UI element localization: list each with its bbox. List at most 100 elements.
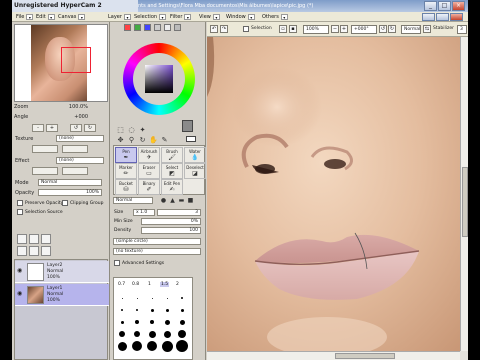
brush-size-dot[interactable]: [161, 340, 173, 352]
color-wheel[interactable]: [111, 35, 197, 121]
selection-source-checkbox[interactable]: [17, 209, 23, 215]
canvas-zoom-select[interactable]: 100%: [303, 25, 329, 34]
maximize-button[interactable]: □: [438, 1, 451, 11]
angle-value[interactable]: +000: [74, 114, 88, 120]
rotate-ccw-icon[interactable]: ↺: [379, 25, 387, 33]
saturation-value-square[interactable]: [145, 65, 173, 93]
brush-size-dot[interactable]: [147, 341, 157, 351]
brush-size-dot[interactable]: [132, 341, 142, 351]
zoom-in-button[interactable]: +: [46, 124, 58, 132]
layer-item-layer2[interactable]: ◉ Layer2 Normal 100%: [15, 261, 109, 283]
effect-option-2[interactable]: [62, 167, 88, 175]
canvas-angle-select[interactable]: +000°: [351, 25, 377, 34]
lasso-icon[interactable]: ◌: [127, 126, 136, 135]
rotate-cw-icon[interactable]: ↻: [388, 25, 396, 33]
tool-bucket[interactable]: Bucket ⛁: [115, 179, 137, 195]
brush-size-dot[interactable]: [164, 319, 170, 325]
tool-airbrush[interactable]: Airbrush ✈: [138, 147, 160, 163]
size-multiplier-select[interactable]: x 1.0: [133, 209, 155, 216]
hand-icon[interactable]: ✋: [149, 136, 158, 145]
hue-ring[interactable]: [123, 43, 195, 115]
tool-edit-pen[interactable]: Edit Pen ✍: [161, 179, 183, 195]
menu-filter[interactable]: Filter ▾: [170, 12, 192, 22]
dot-size-label[interactable]: 2: [176, 282, 179, 287]
brush-size-dot[interactable]: [150, 308, 154, 312]
brush-size-dot[interactable]: [119, 331, 125, 337]
navigator-view-rect[interactable]: [61, 47, 91, 73]
menu-canvas[interactable]: Canvas ▾: [58, 12, 86, 22]
brush-size-dot[interactable]: [179, 319, 185, 325]
brush-size-dot[interactable]: [117, 341, 127, 351]
vertical-scroll-thumb[interactable]: [462, 167, 468, 237]
deselect-icon[interactable]: ▫: [279, 25, 287, 33]
redo-icon[interactable]: ↷: [220, 25, 228, 33]
move-icon[interactable]: ✥: [116, 136, 125, 145]
shape-square-icon[interactable]: ■: [186, 196, 195, 205]
brush-size-dot[interactable]: [178, 330, 186, 338]
brush-size-dot[interactable]: [136, 297, 138, 299]
doc-close-button[interactable]: [450, 13, 463, 21]
dot-size-label[interactable]: 0.7: [118, 282, 125, 287]
doc-restore-button[interactable]: [436, 13, 449, 21]
brush-size-dot[interactable]: [181, 297, 183, 299]
rotate-icon[interactable]: ↻: [138, 136, 147, 145]
flip-icon[interactable]: ⇆: [423, 25, 431, 33]
horizontal-scroll-thumb[interactable]: [335, 353, 395, 359]
dot-size-label[interactable]: 1: [148, 282, 151, 287]
swatches-tab-icon[interactable]: [164, 24, 171, 31]
blend-mode-select[interactable]: Normal: [38, 179, 102, 186]
brush-size-dot[interactable]: [121, 297, 123, 299]
brush-size-dot[interactable]: [150, 320, 154, 324]
brush-size-dot[interactable]: [136, 309, 138, 311]
new-linework-layer-icon[interactable]: [29, 234, 39, 244]
canvas-blend-select[interactable]: Normal: [401, 25, 421, 34]
layer-item-layer1[interactable]: ◉ Layer1 Normal 100%: [15, 284, 109, 306]
menu-layer[interactable]: Layer ▾: [108, 12, 131, 22]
menu-window[interactable]: Window ▾: [226, 12, 255, 22]
background-color-swatch[interactable]: [186, 136, 196, 142]
effect-select[interactable]: (none): [56, 157, 104, 164]
menu-edit[interactable]: Edit ▾: [36, 12, 55, 22]
horizontal-scrollbar[interactable]: [207, 351, 460, 360]
brush-size-dot[interactable]: [163, 330, 171, 338]
shape-flat-icon[interactable]: ▬: [177, 196, 186, 205]
brush-size-dot[interactable]: [165, 308, 169, 312]
brush-size-dot[interactable]: [180, 308, 184, 312]
zoom-out-icon[interactable]: −: [331, 25, 339, 33]
zoom-icon[interactable]: ⚲: [127, 136, 136, 145]
brush-shape-select[interactable]: (simple circle): [113, 238, 201, 245]
zoom-in-icon[interactable]: +: [340, 25, 348, 33]
dot-size-label[interactable]: 0.8: [132, 282, 139, 287]
size-slider[interactable]: 3: [157, 209, 201, 216]
menu-others[interactable]: Others ▾: [262, 12, 288, 22]
brush-size-dot[interactable]: [135, 320, 139, 324]
visibility-eye-icon[interactable]: ◉: [17, 290, 25, 298]
minimize-button[interactable]: _: [424, 1, 437, 11]
delete-layer-icon[interactable]: [41, 246, 51, 256]
tool-deselect[interactable]: Deselect ◪: [184, 163, 206, 179]
density-slider[interactable]: 100: [141, 227, 201, 234]
selection-visible-checkbox[interactable]: [243, 26, 249, 32]
selection-rect-icon[interactable]: ⬚: [116, 126, 125, 135]
tool-pen[interactable]: Pen ✒: [115, 147, 137, 163]
close-button[interactable]: ×: [452, 1, 465, 11]
menu-file[interactable]: File ▾: [16, 12, 34, 22]
dot-size-label-selected[interactable]: 1.5: [160, 282, 170, 287]
vertical-scrollbar[interactable]: [460, 37, 468, 351]
clipping-group-checkbox[interactable]: [62, 200, 68, 206]
shape-circle-icon[interactable]: ●: [159, 196, 168, 205]
stabilizer-select[interactable]: 3: [457, 25, 467, 34]
rotate-right-button[interactable]: ↻: [84, 124, 96, 132]
texture-select[interactable]: (none): [56, 135, 104, 142]
zoom-value[interactable]: 100.0%: [69, 104, 88, 110]
visibility-eye-icon[interactable]: ◉: [17, 267, 25, 275]
brush-size-dot[interactable]: [151, 297, 153, 299]
hsv-slider-tab-icon[interactable]: [144, 24, 151, 31]
undo-icon[interactable]: ↶: [210, 25, 218, 33]
brush-size-dot[interactable]: [148, 330, 156, 338]
min-size-slider[interactable]: 0%: [141, 218, 201, 225]
preserve-opacity-checkbox[interactable]: [17, 200, 23, 206]
brush-size-dot[interactable]: [134, 331, 140, 337]
brush-size-dot[interactable]: [176, 340, 188, 352]
menu-selection[interactable]: Selection ▾: [134, 12, 167, 22]
